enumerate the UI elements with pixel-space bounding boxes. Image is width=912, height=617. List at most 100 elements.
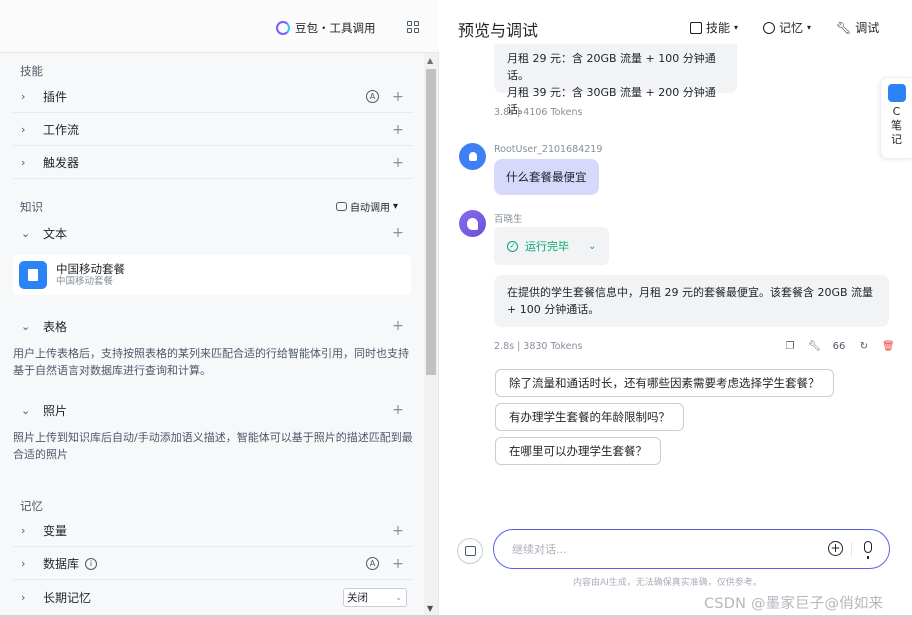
info-icon[interactable]: i: [85, 557, 98, 570]
bot-answer-text: 在提供的学生套餐信息中，月租 29 元的套餐最便宜。该套餐含 20GB 流量 +…: [507, 286, 874, 316]
refresh-icon[interactable]: ↻: [858, 341, 870, 352]
memory-row-longterm[interactable]: › 长期记忆 关闭 ⌄: [13, 581, 413, 613]
add-table-button[interactable]: +: [391, 318, 405, 334]
memory-btn-label: 记忆: [779, 21, 804, 35]
quote-icon[interactable]: 66: [832, 341, 846, 352]
add-workflow-button[interactable]: +: [391, 122, 405, 138]
suggestion-chip[interactable]: 除了流量和通话时长，还有哪些因素需要考虑选择学生套餐？: [495, 369, 834, 397]
skills-icon: [690, 21, 702, 34]
add-plugin-button[interactable]: +: [391, 89, 405, 105]
add-attachment-icon[interactable]: +: [828, 541, 843, 556]
doc-subtitle: 中国移动套餐: [56, 276, 114, 287]
suggestion-chip[interactable]: 有办理学生套餐的年龄限制吗？: [495, 403, 684, 431]
chevron-right-icon: ›: [21, 557, 26, 570]
wrench-icon: 🔧︎: [836, 20, 852, 35]
add-variable-button[interactable]: +: [391, 523, 405, 539]
message-actions: ❐ 🔧︎ 66 ↻ 🗑︎: [784, 341, 895, 352]
photo-description: 照片上传到知识库后自动/手动添加语义描述，智能体可以基于照片的描述匹配到最合适的…: [13, 431, 413, 461]
watermark: CSDN @墨家巨子@俏如来: [704, 596, 884, 612]
skill-row-workflow[interactable]: › 工作流 +: [13, 114, 413, 146]
suggestion-text: 在哪里可以办理学生套餐？: [509, 444, 647, 458]
chat-input[interactable]: [512, 539, 812, 559]
bot-name: 百晓生: [494, 214, 523, 225]
wrench-icon[interactable]: 🔧︎: [808, 341, 821, 352]
photo-label: 照片: [43, 403, 68, 418]
robot-icon: [336, 202, 347, 211]
memory-section-title: 记忆: [20, 499, 43, 513]
chevron-down-icon: ⌄: [588, 240, 597, 252]
user-name: RootUser_2101684219: [494, 144, 603, 155]
skill-row-plugins[interactable]: › 插件 A +: [13, 81, 413, 113]
knowledge-row-table[interactable]: ⌄ 表格 +: [13, 310, 413, 342]
knowledge-row-text[interactable]: ⌄ 文本 +: [13, 217, 413, 249]
scrollbar-thumb[interactable]: [426, 69, 436, 375]
notes-app-icon: [887, 84, 906, 102]
database-label: 数据库: [43, 557, 80, 571]
copy-icon[interactable]: ❐: [784, 341, 796, 352]
chevron-right-icon: ›: [21, 123, 26, 136]
delete-icon[interactable]: 🗑︎: [882, 341, 895, 352]
chevron-down-icon: ▾: [734, 23, 739, 32]
chevron-right-icon: ›: [21, 524, 26, 537]
chevron-down-icon: ⌄: [21, 226, 31, 240]
config-scroll-area: 技能 › 插件 A + › 工作流 + › 触发器 + 知识 自动调用 ▾ ⌄ …: [0, 53, 424, 615]
memory-icon: [763, 21, 775, 34]
skill-row-trigger[interactable]: › 触发器 +: [13, 147, 413, 179]
longterm-value: 关闭: [347, 591, 368, 604]
scroll-down-arrow-icon[interactable]: ▼: [427, 604, 433, 613]
bot-avatar: [459, 210, 486, 237]
layout-grid-icon[interactable]: [407, 21, 419, 33]
scrollbar[interactable]: ▲ ▼: [424, 53, 438, 615]
chevron-right-icon: ›: [21, 90, 26, 103]
add-trigger-button[interactable]: +: [391, 155, 405, 171]
answer-line: 月租 29 元：含 20GB 流量 + 100 分钟通话。: [507, 52, 716, 82]
knowledge-doc-card[interactable]: 中国移动套餐 中国移动套餐: [13, 255, 411, 295]
user-message-text: 什么套餐最便宜: [506, 170, 587, 184]
skill-label: 触发器: [43, 156, 80, 170]
notes-sidebar-widget[interactable]: C 笔 记: [880, 77, 912, 159]
model-selector[interactable]: 豆包・工具调用: [276, 17, 376, 39]
skill-label: 插件: [43, 90, 68, 104]
caret-down-icon: ▾: [393, 201, 399, 212]
skill-label: 工作流: [43, 123, 80, 137]
broom-icon: [464, 546, 476, 556]
chevron-right-icon: ›: [21, 156, 26, 169]
ai-disclaimer: 内容由AI生成，无法确保真实准确，仅供参考。: [573, 578, 762, 588]
debug-button[interactable]: 🔧︎ 调试: [836, 19, 879, 36]
memory-row-variables[interactable]: › 变量 +: [13, 515, 413, 547]
scroll-up-arrow-icon[interactable]: ▲: [427, 56, 433, 65]
suggestion-chip[interactable]: 在哪里可以办理学生套餐？: [495, 437, 661, 465]
model-label: 豆包・工具调用: [295, 21, 376, 35]
auto-call-dropdown[interactable]: 自动调用 ▾: [336, 199, 398, 214]
table-label: 表格: [43, 319, 68, 334]
chat-input-container: +: [493, 529, 890, 569]
previous-answer-meta: 3.8s | 4106 Tokens: [494, 107, 583, 118]
microphone-icon[interactable]: [864, 541, 872, 559]
skills-dropdown[interactable]: 技能 ▾: [690, 19, 738, 36]
auto-mode-icon[interactable]: A: [366, 557, 379, 570]
debug-btn-label: 调试: [855, 21, 880, 35]
memory-row-database[interactable]: › 数据库 i A +: [13, 548, 413, 580]
run-status-pill[interactable]: ✓ 运行完毕 ⌄: [494, 227, 610, 265]
memory-dropdown[interactable]: 记忆 ▾: [763, 19, 811, 36]
knowledge-row-photo[interactable]: ⌄ 照片 +: [13, 394, 413, 426]
text-label: 文本: [43, 226, 68, 241]
suggestion-text: 除了流量和通话时长，还有哪些因素需要考虑选择学生套餐？: [509, 376, 820, 390]
clear-context-button[interactable]: [457, 538, 483, 564]
add-database-button[interactable]: +: [391, 556, 405, 572]
config-header: 豆包・工具调用: [0, 0, 439, 53]
doc-name: 中国移动套餐: [56, 262, 125, 276]
add-photo-button[interactable]: +: [391, 402, 405, 418]
chevron-down-icon: ⌄: [395, 592, 402, 602]
side-note-letter: 笔: [891, 119, 902, 132]
suggestion-text: 有办理学生套餐的年龄限制吗？: [509, 410, 670, 424]
bot-icon: [467, 217, 478, 230]
add-text-button[interactable]: +: [391, 225, 405, 241]
user-icon: [468, 152, 477, 161]
chevron-down-icon: ⌄: [21, 319, 31, 333]
previous-answer-bubble: 月租 29 元：含 20GB 流量 + 100 分钟通话。 月租 39 元：含 …: [494, 44, 737, 116]
bot-answer-bubble: 在提供的学生套餐信息中，月租 29 元的套餐最便宜。该套餐含 20GB 流量 +…: [494, 275, 889, 327]
auto-mode-icon[interactable]: A: [366, 90, 379, 103]
longterm-select[interactable]: 关闭 ⌄: [343, 587, 407, 607]
chevron-down-icon: ▾: [807, 23, 812, 32]
